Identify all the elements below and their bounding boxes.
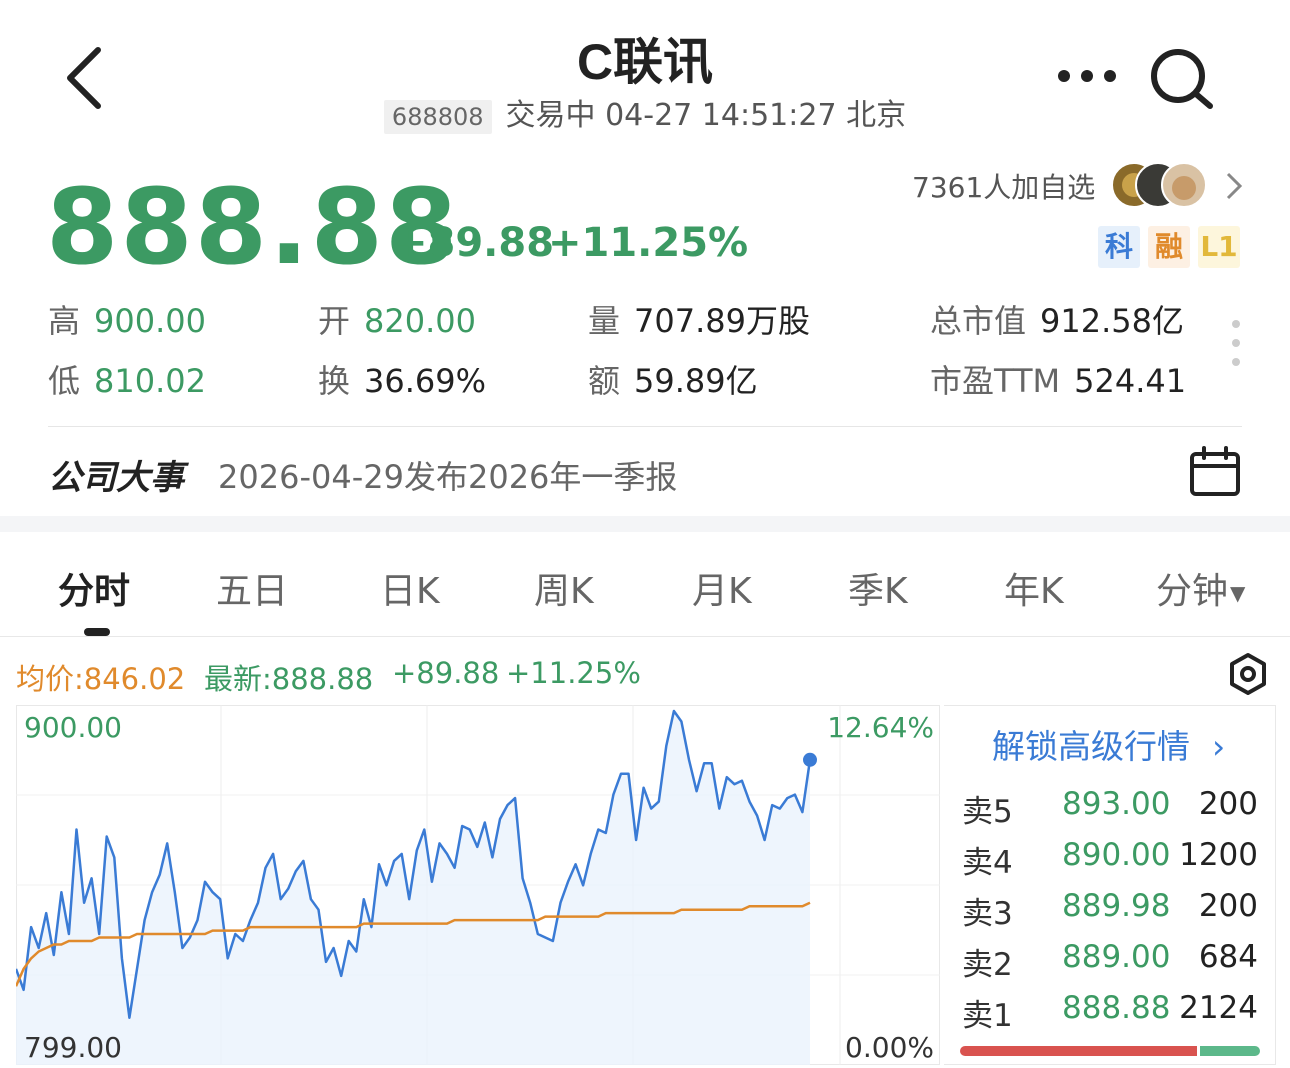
intraday-chart[interactable]: 900.00 799.00 12.64% 0.00%: [16, 705, 940, 1065]
price-change-pct: +11.25%: [548, 220, 749, 266]
tab-minute-label: 分钟: [1156, 571, 1229, 612]
company-event-text[interactable]: 2026-04-29发布2026年一季报: [218, 452, 677, 498]
tag-level1: L1: [1198, 226, 1240, 268]
tab-quarterly-k[interactable]: 季K: [848, 562, 908, 614]
ask-row[interactable]: 卖2 889.00 684: [962, 939, 1262, 983]
stat-market-cap: 总市值 912.58亿: [930, 302, 1184, 340]
pct-min-label: 0.00%: [845, 1031, 934, 1064]
company-events-label: 公司大事: [48, 458, 184, 498]
stock-subline: 688808 交易中 04-27 14:51:27 北京: [0, 90, 1290, 134]
chevron-right-icon: ›: [1212, 727, 1226, 766]
legend-change-pct: +11.25%: [506, 656, 641, 690]
tab-minute[interactable]: 分钟 ▼: [1156, 562, 1245, 614]
pct-max-label: 12.64%: [827, 711, 934, 744]
unlock-label: 解锁高级行情: [992, 727, 1190, 766]
ask-row[interactable]: 卖1 888.88 2124: [962, 990, 1262, 1034]
stat-volume: 量 707.89万股: [588, 302, 810, 340]
stat-high: 高 900.00: [48, 302, 206, 340]
vertical-dots-icon[interactable]: [1230, 318, 1242, 368]
divider: [48, 426, 1242, 427]
legend-avg-price: 均价:846.02: [16, 662, 186, 696]
tab-monthly-k[interactable]: 月K: [692, 562, 752, 614]
tab-five-day[interactable]: 五日: [216, 562, 288, 614]
ask-row[interactable]: 卖4 890.00 1200: [962, 837, 1262, 881]
more-options-icon[interactable]: [1052, 66, 1122, 86]
tag-star-market: 科: [1098, 226, 1140, 268]
stat-pe-ttm: 市盈TTM 524.41: [930, 362, 1187, 400]
price-change: +89.88: [394, 220, 555, 266]
calendar-icon[interactable]: [1188, 444, 1242, 498]
watchlist-count[interactable]: 7361人加自选: [912, 166, 1095, 206]
stat-turnover: 换 36.69%: [318, 362, 487, 400]
y-max-label: 900.00: [24, 711, 122, 744]
tab-intraday[interactable]: 分时: [58, 562, 130, 614]
tab-divider: [0, 636, 1290, 637]
tab-daily-k[interactable]: 日K: [380, 562, 440, 614]
stat-low: 低 810.02: [48, 362, 206, 400]
stat-amount: 额 59.89亿: [588, 362, 758, 400]
sell-ratio-fill: [960, 1046, 1197, 1056]
ask-row[interactable]: 卖5 893.00 200: [962, 786, 1262, 830]
latest-point: [803, 752, 817, 767]
caret-down-icon: ▼: [1230, 581, 1246, 605]
buy-sell-ratio-bar: [960, 1046, 1260, 1056]
ask-row[interactable]: 卖3 889.98 200: [962, 888, 1262, 932]
unlock-advanced-quotes[interactable]: 解锁高级行情 ›: [992, 720, 1225, 768]
trade-status-time: 交易中 04-27 14:51:27 北京: [505, 98, 907, 133]
chevron-right-icon[interactable]: [1222, 170, 1246, 202]
watcher-avatars[interactable]: [1110, 160, 1210, 210]
buy-ratio-fill: [1200, 1046, 1260, 1056]
stat-open: 开 820.00: [318, 302, 476, 340]
active-tab-indicator: [84, 628, 110, 636]
y-min-label: 799.00: [24, 1031, 122, 1064]
legend-change: +89.88: [392, 656, 500, 690]
tab-weekly-k[interactable]: 周K: [534, 562, 594, 614]
tab-yearly-k[interactable]: 年K: [1004, 562, 1064, 614]
section-separator: [0, 516, 1290, 532]
legend-latest-price: 最新:888.88: [204, 662, 374, 696]
search-icon[interactable]: [1146, 44, 1216, 114]
chart-settings-icon[interactable]: [1226, 652, 1270, 696]
stock-code-badge: 688808: [383, 99, 492, 134]
tag-margin: 融: [1148, 226, 1190, 268]
